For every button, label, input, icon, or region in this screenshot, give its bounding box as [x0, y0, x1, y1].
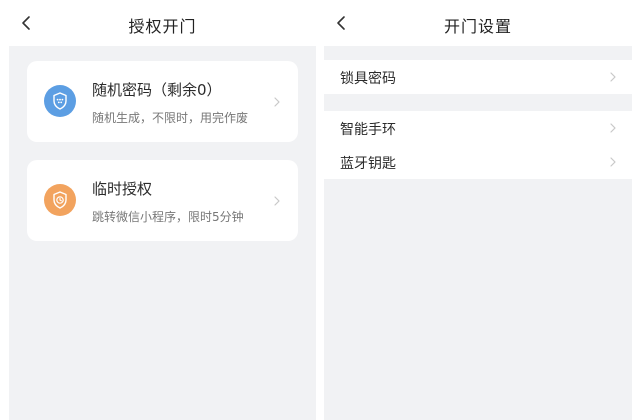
chevron-right-icon	[610, 157, 616, 167]
auth-open-door-screen: 授权开门 随机密码（剩余0） 随机生成，不限时，用完作废 临时授权 跳转微信小程…	[9, 0, 316, 420]
card-subtitle: 跳转微信小程序，限时5分钟	[92, 210, 244, 224]
shield-clock-icon	[44, 184, 76, 216]
list-item-lock-password[interactable]: 锁具密码	[324, 60, 632, 94]
chevron-right-icon	[610, 123, 616, 133]
list-item-label: 蓝牙钥匙	[340, 156, 396, 172]
stage: 授权开门 随机密码（剩余0） 随机生成，不限时，用完作废 临时授权 跳转微信小程…	[0, 0, 640, 420]
card-title: 临时授权	[92, 180, 153, 198]
list-item-label: 智能手环	[340, 122, 396, 138]
card-subtitle: 随机生成，不限时，用完作废	[92, 111, 249, 125]
chevron-right-icon	[274, 195, 280, 206]
shield-keypad-icon	[44, 85, 76, 117]
settings-group: 锁具密码	[324, 60, 632, 94]
page-title: 授权开门	[128, 17, 197, 36]
list-item-label: 锁具密码	[340, 71, 396, 87]
navbar: 开门设置	[324, 0, 632, 46]
list-item-bluetooth-key[interactable]: 蓝牙钥匙	[324, 145, 632, 179]
navbar: 授权开门	[9, 0, 316, 46]
chevron-right-icon	[610, 72, 616, 82]
door-settings-screen: 开门设置 锁具密码 智能手环 蓝牙钥匙	[324, 0, 632, 420]
settings-group: 智能手环 蓝牙钥匙	[324, 111, 632, 179]
list-item-smart-band[interactable]: 智能手环	[324, 111, 632, 145]
random-password-card[interactable]: 随机密码（剩余0） 随机生成，不限时，用完作废	[27, 61, 298, 142]
temporary-auth-card[interactable]: 临时授权 跳转微信小程序，限时5分钟	[27, 160, 298, 241]
page-title: 开门设置	[443, 17, 512, 36]
card-title: 随机密码（剩余0）	[92, 81, 222, 99]
chevron-right-icon	[274, 96, 280, 107]
